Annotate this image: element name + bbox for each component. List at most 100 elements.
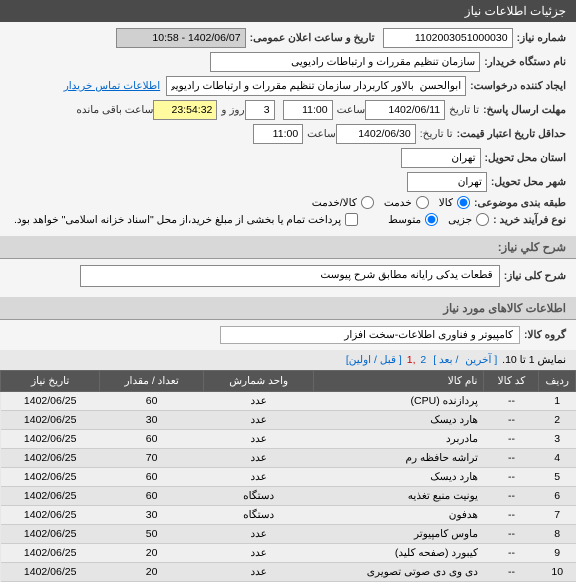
cell-unit: عدد	[203, 449, 314, 468]
cell-name: هارد دیسک	[314, 468, 484, 487]
cell-code: --	[484, 525, 539, 544]
buyer-input[interactable]	[210, 52, 480, 72]
cell-row: 10	[539, 563, 576, 582]
table-row[interactable]: 7--هدفوندستگاه301402/06/25	[1, 506, 576, 525]
cell-code: --	[484, 563, 539, 582]
goods-section-title: اطلاعات کالاهای مورد نیاز	[0, 297, 576, 320]
proc-medium-radio[interactable]	[425, 213, 438, 226]
proc-small-label: جزیی	[448, 214, 472, 226]
cell-unit: عدد	[203, 544, 314, 563]
cell-row: 8	[539, 525, 576, 544]
deliver-town-input[interactable]	[407, 172, 487, 192]
cell-qty: 20	[100, 563, 204, 582]
cell-qty: 60	[100, 430, 204, 449]
cell-row: 4	[539, 449, 576, 468]
cell-row: 1	[539, 392, 576, 411]
cat-service-label: خدمت	[384, 197, 412, 209]
cell-unit: عدد	[203, 430, 314, 449]
cell-unit: عدد	[203, 468, 314, 487]
table-row[interactable]: 9--کیبورد (صفحه کلید)عدد201402/06/25	[1, 544, 576, 563]
page-title: جزئیات اطلاعات نیاز	[465, 4, 566, 18]
cell-name: مادربرد	[314, 430, 484, 449]
cell-date: 1402/06/25	[1, 468, 100, 487]
cell-date: 1402/06/25	[1, 525, 100, 544]
table-row[interactable]: 5--هارد دیسکعدد601402/06/25	[1, 468, 576, 487]
time-label-1: ساعت	[337, 104, 366, 116]
pager-p2[interactable]: 2	[420, 354, 426, 366]
group-value[interactable]: کامپیوتر و فناوری اطلاعات-سخت افزار	[220, 326, 520, 344]
cell-row: 6	[539, 487, 576, 506]
cat-goods-radio[interactable]	[457, 196, 470, 209]
deliver-city-label: استان محل تحویل:	[485, 152, 566, 164]
cell-unit: عدد	[203, 411, 314, 430]
cell-code: --	[484, 430, 539, 449]
table-row[interactable]: 3--مادربردعدد601402/06/25	[1, 430, 576, 449]
cell-row: 2	[539, 411, 576, 430]
cell-date: 1402/06/25	[1, 392, 100, 411]
table-row[interactable]: 6--یونیت منبع تغذیهدستگاه601402/06/25	[1, 487, 576, 506]
pay-note: پرداخت تمام یا بخشی از مبلغ خرید،از محل …	[14, 214, 341, 226]
cell-code: --	[484, 544, 539, 563]
cell-name: هارد دیسک	[314, 411, 484, 430]
th-name: نام کالا	[314, 371, 484, 392]
cell-qty: 30	[100, 506, 204, 525]
cell-date: 1402/06/25	[1, 430, 100, 449]
cell-name: دی وی دی صوتی تصویری	[314, 563, 484, 582]
contact-link[interactable]: اطلاعات تماس خریدار	[64, 80, 160, 92]
cell-name: کیبورد (صفحه کلید)	[314, 544, 484, 563]
cell-code: --	[484, 411, 539, 430]
pager-last[interactable]: [ آخرین	[465, 354, 497, 366]
days-label: روز و	[221, 104, 244, 116]
proc-small-radio[interactable]	[476, 213, 489, 226]
cell-qty: 20	[100, 544, 204, 563]
pager-p1: ,1	[407, 354, 416, 366]
desc-value[interactable]: قطعات یدکی رایانه مطابق شرح پیوست	[80, 265, 500, 287]
group-label: گروه کالا:	[524, 329, 566, 341]
cell-row: 3	[539, 430, 576, 449]
pager-next[interactable]: / بعد ]	[433, 354, 458, 366]
deadline-date-input[interactable]	[365, 100, 445, 120]
cell-code: --	[484, 392, 539, 411]
cell-qty: 60	[100, 468, 204, 487]
table-row[interactable]: 10--دی وی دی صوتی تصویریعدد201402/06/25	[1, 563, 576, 582]
pay-checkbox[interactable]	[345, 213, 358, 226]
process-label: نوع فرآیند خرید :	[493, 214, 566, 226]
cell-name: یونیت منبع تغذیه	[314, 487, 484, 506]
deadline-time-input[interactable]	[283, 100, 333, 120]
min-valid-label: حداقل تاریخ اعتبار قیمت:	[457, 128, 566, 140]
deliver-city-input[interactable]	[401, 148, 481, 168]
cell-name: هدفون	[314, 506, 484, 525]
cell-unit: دستگاه	[203, 506, 314, 525]
table-row[interactable]: 8--ماوس کامپیوترعدد501402/06/25	[1, 525, 576, 544]
remain-label: ساعت باقی مانده	[76, 104, 153, 116]
to-date-label: تا تاریخ:	[420, 128, 453, 140]
deliver-town-label: شهر محل تحویل:	[491, 176, 566, 188]
page-header: جزئیات اطلاعات نیاز	[0, 0, 576, 22]
desc-label: شرح کلی نیاز:	[504, 270, 566, 282]
pager-prev-first[interactable]: [ قبل / اولین]	[346, 354, 402, 366]
announce-input	[116, 28, 246, 48]
need-no-input[interactable]	[383, 28, 513, 48]
cell-code: --	[484, 449, 539, 468]
goods-table: ردیف کد کالا نام کالا واحد شمارش تعداد /…	[0, 370, 576, 582]
cell-date: 1402/06/25	[1, 506, 100, 525]
cell-unit: عدد	[203, 392, 314, 411]
requester-label: ایجاد کننده درخواست:	[470, 80, 566, 92]
cell-qty: 60	[100, 392, 204, 411]
cell-qty: 50	[100, 525, 204, 544]
deadline-label: مهلت ارسال پاسخ:	[483, 104, 566, 116]
cell-name: ماوس کامپیوتر	[314, 525, 484, 544]
cat-both-label: کالا/خدمت	[312, 197, 357, 209]
th-row: ردیف	[539, 371, 576, 392]
table-row[interactable]: 4--تراشه حافظه رمعدد701402/06/25	[1, 449, 576, 468]
requester-input[interactable]	[166, 76, 466, 96]
table-row[interactable]: 1--پردازنده (CPU)عدد601402/06/25	[1, 392, 576, 411]
cat-both-radio[interactable]	[361, 196, 374, 209]
table-row[interactable]: 2--هارد دیسکعدد301402/06/25	[1, 411, 576, 430]
to-label: تا تاریخ	[449, 104, 479, 116]
category-label: طبقه بندی موضوعی:	[474, 197, 566, 209]
min-valid-time-input[interactable]	[253, 124, 303, 144]
desc-section-title: شرح کلي نياز:	[0, 236, 576, 259]
min-valid-date-input[interactable]	[336, 124, 416, 144]
cat-service-radio[interactable]	[416, 196, 429, 209]
